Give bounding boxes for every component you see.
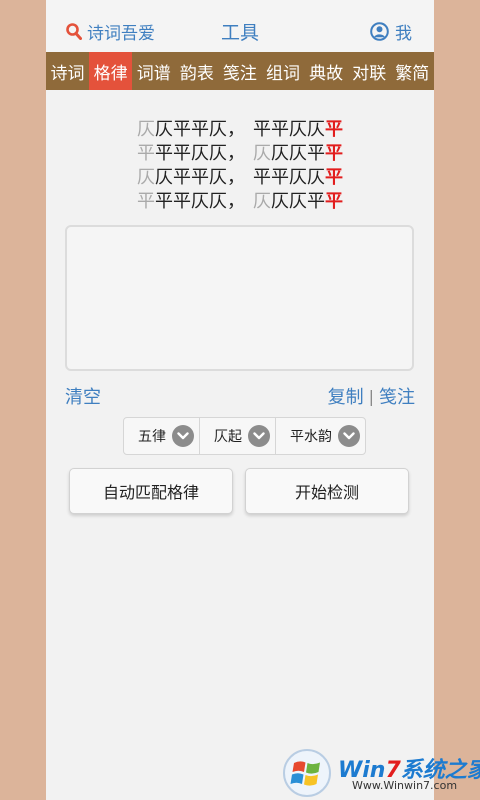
tone-char: 平 xyxy=(155,143,173,164)
tone-char: 仄 xyxy=(271,191,289,212)
nav-tab[interactable]: 诗词 xyxy=(46,52,89,90)
tone-char: 仄 xyxy=(271,143,289,164)
nav-tab[interactable]: 对联 xyxy=(348,52,391,90)
tone-char: 平 xyxy=(191,167,209,188)
windows-logo-icon xyxy=(283,749,331,797)
tone-char: 平 xyxy=(155,191,173,212)
nav-tab[interactable]: 格律 xyxy=(89,52,133,90)
nav-bar: 诗词 格律 词谱 韵表 笺注 组词 典故 对联 繁简 xyxy=(46,52,434,90)
tone-char: 仄 xyxy=(307,167,325,188)
nav-tab[interactable]: 词谱 xyxy=(132,52,175,90)
tone-char: 仄 xyxy=(155,167,173,188)
meter-separator: ， xyxy=(227,119,245,140)
tone-char: 平 xyxy=(173,167,191,188)
tone-char: 仄 xyxy=(307,119,325,140)
nav-tab[interactable]: 韵表 xyxy=(175,52,218,90)
meter-separator: ， xyxy=(227,191,245,212)
auto-match-button[interactable]: 自动匹配格律 xyxy=(69,468,233,514)
tone-char: 仄 xyxy=(209,191,227,212)
tone-char: 平 xyxy=(173,119,191,140)
copy-annotate-links: 复制 | 笺注 xyxy=(328,383,415,409)
tone-char: 平 xyxy=(137,143,155,164)
tone-char: 平 xyxy=(307,191,325,212)
nav-tab[interactable]: 典故 xyxy=(305,52,348,90)
nav-tab[interactable]: 组词 xyxy=(261,52,304,90)
start-tone-select[interactable]: 仄起 xyxy=(200,418,276,454)
tone-char: 仄 xyxy=(155,119,173,140)
options-selects: 五律 仄起 平水韵 xyxy=(123,417,366,455)
meter-pattern: 仄仄平平仄， 平平仄仄平 平平平仄仄， 仄仄仄平平 仄仄平平仄， 平平仄仄平 平平平仄仄，仄… xyxy=(46,118,434,214)
chevron-down-icon xyxy=(248,425,270,447)
tone-char: 平 xyxy=(271,119,289,140)
rhyme-char: 平 xyxy=(325,167,343,188)
tone-char: 仄 xyxy=(209,143,227,164)
header: 诗词吾爱 工具 我 xyxy=(46,0,434,52)
tone-char: 仄 xyxy=(209,167,227,188)
meter-separator: ， xyxy=(227,167,245,188)
rhyme-book-select-value: 平水韵 xyxy=(290,429,332,445)
tone-char: 仄 xyxy=(253,143,271,164)
tone-char: 仄 xyxy=(191,143,209,164)
app-screen: 诗词吾爱 工具 我 诗词 格律 词谱 韵表 笺注 组词 典故 对联 繁简 仄仄平平仄， 平平仄仄平… xyxy=(46,0,434,800)
tone-char: 仄 xyxy=(191,191,209,212)
watermark-url: Www.Winwin7.com xyxy=(352,779,458,792)
tone-char: 平 xyxy=(173,191,191,212)
tone-char: 平 xyxy=(307,143,325,164)
copy-button[interactable]: 复制 xyxy=(328,383,364,409)
chevron-down-icon xyxy=(338,425,360,447)
nav-tab[interactable]: 繁简 xyxy=(391,52,434,90)
rhyme-char: 平 xyxy=(325,143,343,164)
tone-char: 仄 xyxy=(289,191,307,212)
poem-input[interactable] xyxy=(65,225,414,371)
tone-char: 平 xyxy=(253,167,271,188)
rhyme-book-select[interactable]: 平水韵 xyxy=(276,418,365,454)
tone-char: 仄 xyxy=(137,167,155,188)
tone-char: 仄 xyxy=(289,167,307,188)
rhyme-char: 平 xyxy=(325,119,343,140)
annotate-button[interactable]: 笺注 xyxy=(379,383,415,409)
meter-line: 平平平仄仄， 仄仄仄平平 xyxy=(46,190,434,214)
clear-button[interactable]: 清空 xyxy=(65,383,101,409)
chevron-down-icon xyxy=(172,425,194,447)
user-icon xyxy=(370,22,389,41)
tone-char: 仄 xyxy=(289,143,307,164)
tone-char: 平 xyxy=(137,191,155,212)
meter-separator: ， xyxy=(227,143,245,164)
tone-char: 仄 xyxy=(209,119,227,140)
tone-char: 仄 xyxy=(137,119,155,140)
form-select-value: 五律 xyxy=(138,429,166,445)
tone-char: 仄 xyxy=(253,191,271,212)
tone-char: 平 xyxy=(271,167,289,188)
nav-tab[interactable]: 笺注 xyxy=(218,52,261,90)
tone-char: 平 xyxy=(191,119,209,140)
me-label: 我 xyxy=(395,24,412,44)
tone-char: 平 xyxy=(173,143,191,164)
tone-char: 平 xyxy=(253,119,271,140)
meter-line: 仄仄平平仄， 平平仄仄平 xyxy=(46,166,434,190)
rhyme-char: 平 xyxy=(325,191,343,212)
meter-line: 仄仄平平仄， 平平仄仄平 xyxy=(46,118,434,142)
meter-line: 平平平仄仄， 仄仄仄平平 xyxy=(46,142,434,166)
form-select[interactable]: 五律 xyxy=(124,418,200,454)
tone-char: 仄 xyxy=(289,119,307,140)
me-link[interactable]: 我 xyxy=(370,19,412,44)
start-check-button[interactable]: 开始检测 xyxy=(245,468,409,514)
link-divider: | xyxy=(368,386,374,406)
start-tone-select-value: 仄起 xyxy=(214,429,242,445)
watermark: Win7系统之家 Www.Winwin7.com xyxy=(282,748,480,800)
